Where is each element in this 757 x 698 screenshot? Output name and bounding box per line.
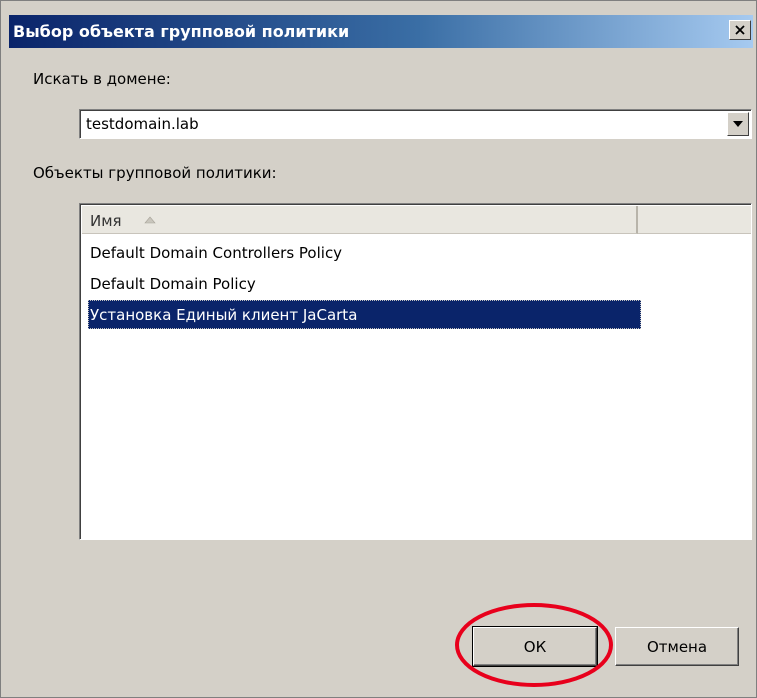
sort-ascending-icon	[144, 216, 156, 224]
cancel-button[interactable]: Отмена	[615, 627, 739, 666]
title-bar: Выбор объекта групповой политики	[9, 15, 753, 48]
list-item-label: Default Domain Controllers Policy	[90, 244, 343, 262]
window-title: Выбор объекта групповой политики	[13, 22, 350, 41]
dialog-window: Выбор объекта групповой политики Искать …	[0, 0, 757, 698]
domain-value: testdomain.lab	[86, 115, 199, 133]
list-item-label: Установка Единый клиент JaCarta	[90, 306, 358, 324]
domain-dropdown-button[interactable]	[727, 112, 749, 136]
close-button[interactable]	[729, 20, 751, 40]
gpo-list[interactable]: Имя Default Domain Controllers Policy De…	[79, 203, 752, 540]
column-header-label: Имя	[90, 212, 122, 230]
list-header: Имя	[82, 206, 751, 234]
list-item-selected[interactable]: Установка Единый клиент JaCarta	[82, 300, 751, 331]
close-icon	[735, 25, 745, 35]
domain-combobox[interactable]: testdomain.lab	[79, 109, 752, 139]
dropdown-arrow-icon	[733, 121, 743, 127]
list-item-label: Default Domain Policy	[90, 275, 256, 293]
list-rows: Default Domain Controllers Policy Defaul…	[82, 238, 751, 331]
ok-button[interactable]: ОК	[472, 626, 598, 667]
list-item[interactable]: Default Domain Controllers Policy	[82, 238, 751, 269]
domain-label: Искать в домене:	[33, 70, 171, 88]
column-header-extra[interactable]	[638, 206, 751, 234]
gpo-list-label: Объекты групповой политики:	[33, 164, 277, 182]
list-item[interactable]: Default Domain Policy	[82, 269, 751, 300]
column-header-name[interactable]: Имя	[82, 206, 638, 234]
